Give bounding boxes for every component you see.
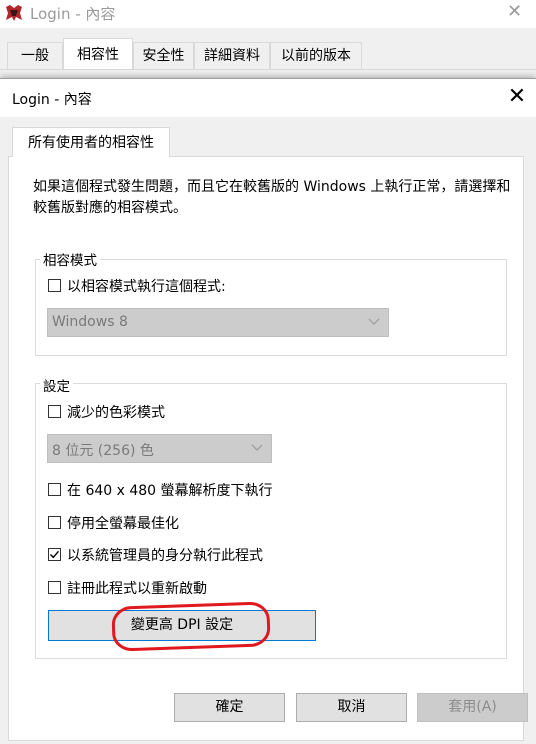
tab-previous-versions[interactable]: 以前的版本	[270, 42, 362, 69]
run-as-admin-label[interactable]: 以系統管理員的身分執行此程式	[67, 545, 263, 565]
cancel-button[interactable]: 取消	[296, 693, 407, 722]
low-resolution-checkbox[interactable]	[48, 483, 61, 496]
intro-text: 如果這個程式發生問題，而且它在較舊版的 Windows 上執行正常，請選擇和較舊…	[33, 179, 511, 216]
run-as-admin-checkbox[interactable]	[48, 548, 61, 561]
background-window-title: Login - 內容	[30, 5, 116, 23]
chevron-down-icon	[251, 439, 263, 458]
disable-fullscreen-label[interactable]: 停用全螢幕最佳化	[67, 513, 179, 533]
tab-general[interactable]: 一般	[7, 42, 63, 69]
tab-details[interactable]: 詳細資料	[194, 42, 270, 69]
ok-button[interactable]: 確定	[174, 693, 285, 722]
color-mode-select[interactable]: 8 位元 (256) 色	[47, 434, 272, 463]
low-resolution-label[interactable]: 在 640 x 480 螢幕解析度下執行	[67, 480, 273, 500]
register-restart-checkbox[interactable]	[48, 581, 61, 594]
checkmark-icon	[50, 550, 60, 559]
windows-version-select[interactable]: Windows 8	[47, 308, 389, 337]
disable-fullscreen-checkbox[interactable]	[48, 516, 61, 529]
tab-divider	[0, 69, 536, 70]
compat-mode-checkbox-label[interactable]: 以相容模式執行這個程式:	[67, 276, 226, 296]
tab-security[interactable]: 安全性	[133, 42, 194, 69]
tab-compatibility[interactable]: 相容性	[63, 38, 133, 70]
app-icon	[4, 4, 24, 22]
reduced-color-label[interactable]: 減少的色彩模式	[67, 402, 165, 422]
settings-group-label: 設定	[40, 375, 73, 395]
compat-mode-checkbox[interactable]	[48, 279, 61, 292]
compatibility-dialog: Login - 內容 ✕ 所有使用者的相容性 如果這個程式發生問題，而且它在較舊…	[0, 78, 536, 744]
apply-button[interactable]: 套用(A)	[417, 693, 528, 722]
tab-all-users-compatibility[interactable]: 所有使用者的相容性	[12, 127, 170, 157]
windows-version-select-value: Windows 8	[52, 314, 128, 330]
close-icon[interactable]: ✕	[507, 1, 522, 22]
close-icon[interactable]: ✕	[505, 83, 529, 111]
dialog-title: Login - 內容	[12, 92, 92, 108]
color-mode-select-value: 8 位元 (256) 色	[52, 443, 154, 459]
change-high-dpi-settings-button[interactable]: 變更高 DPI 設定	[48, 610, 316, 641]
compat-mode-group-label: 相容模式	[40, 249, 100, 269]
register-restart-label[interactable]: 註冊此程式以重新啟動	[67, 578, 207, 598]
reduced-color-checkbox[interactable]	[48, 405, 61, 418]
chevron-down-icon	[368, 313, 380, 332]
